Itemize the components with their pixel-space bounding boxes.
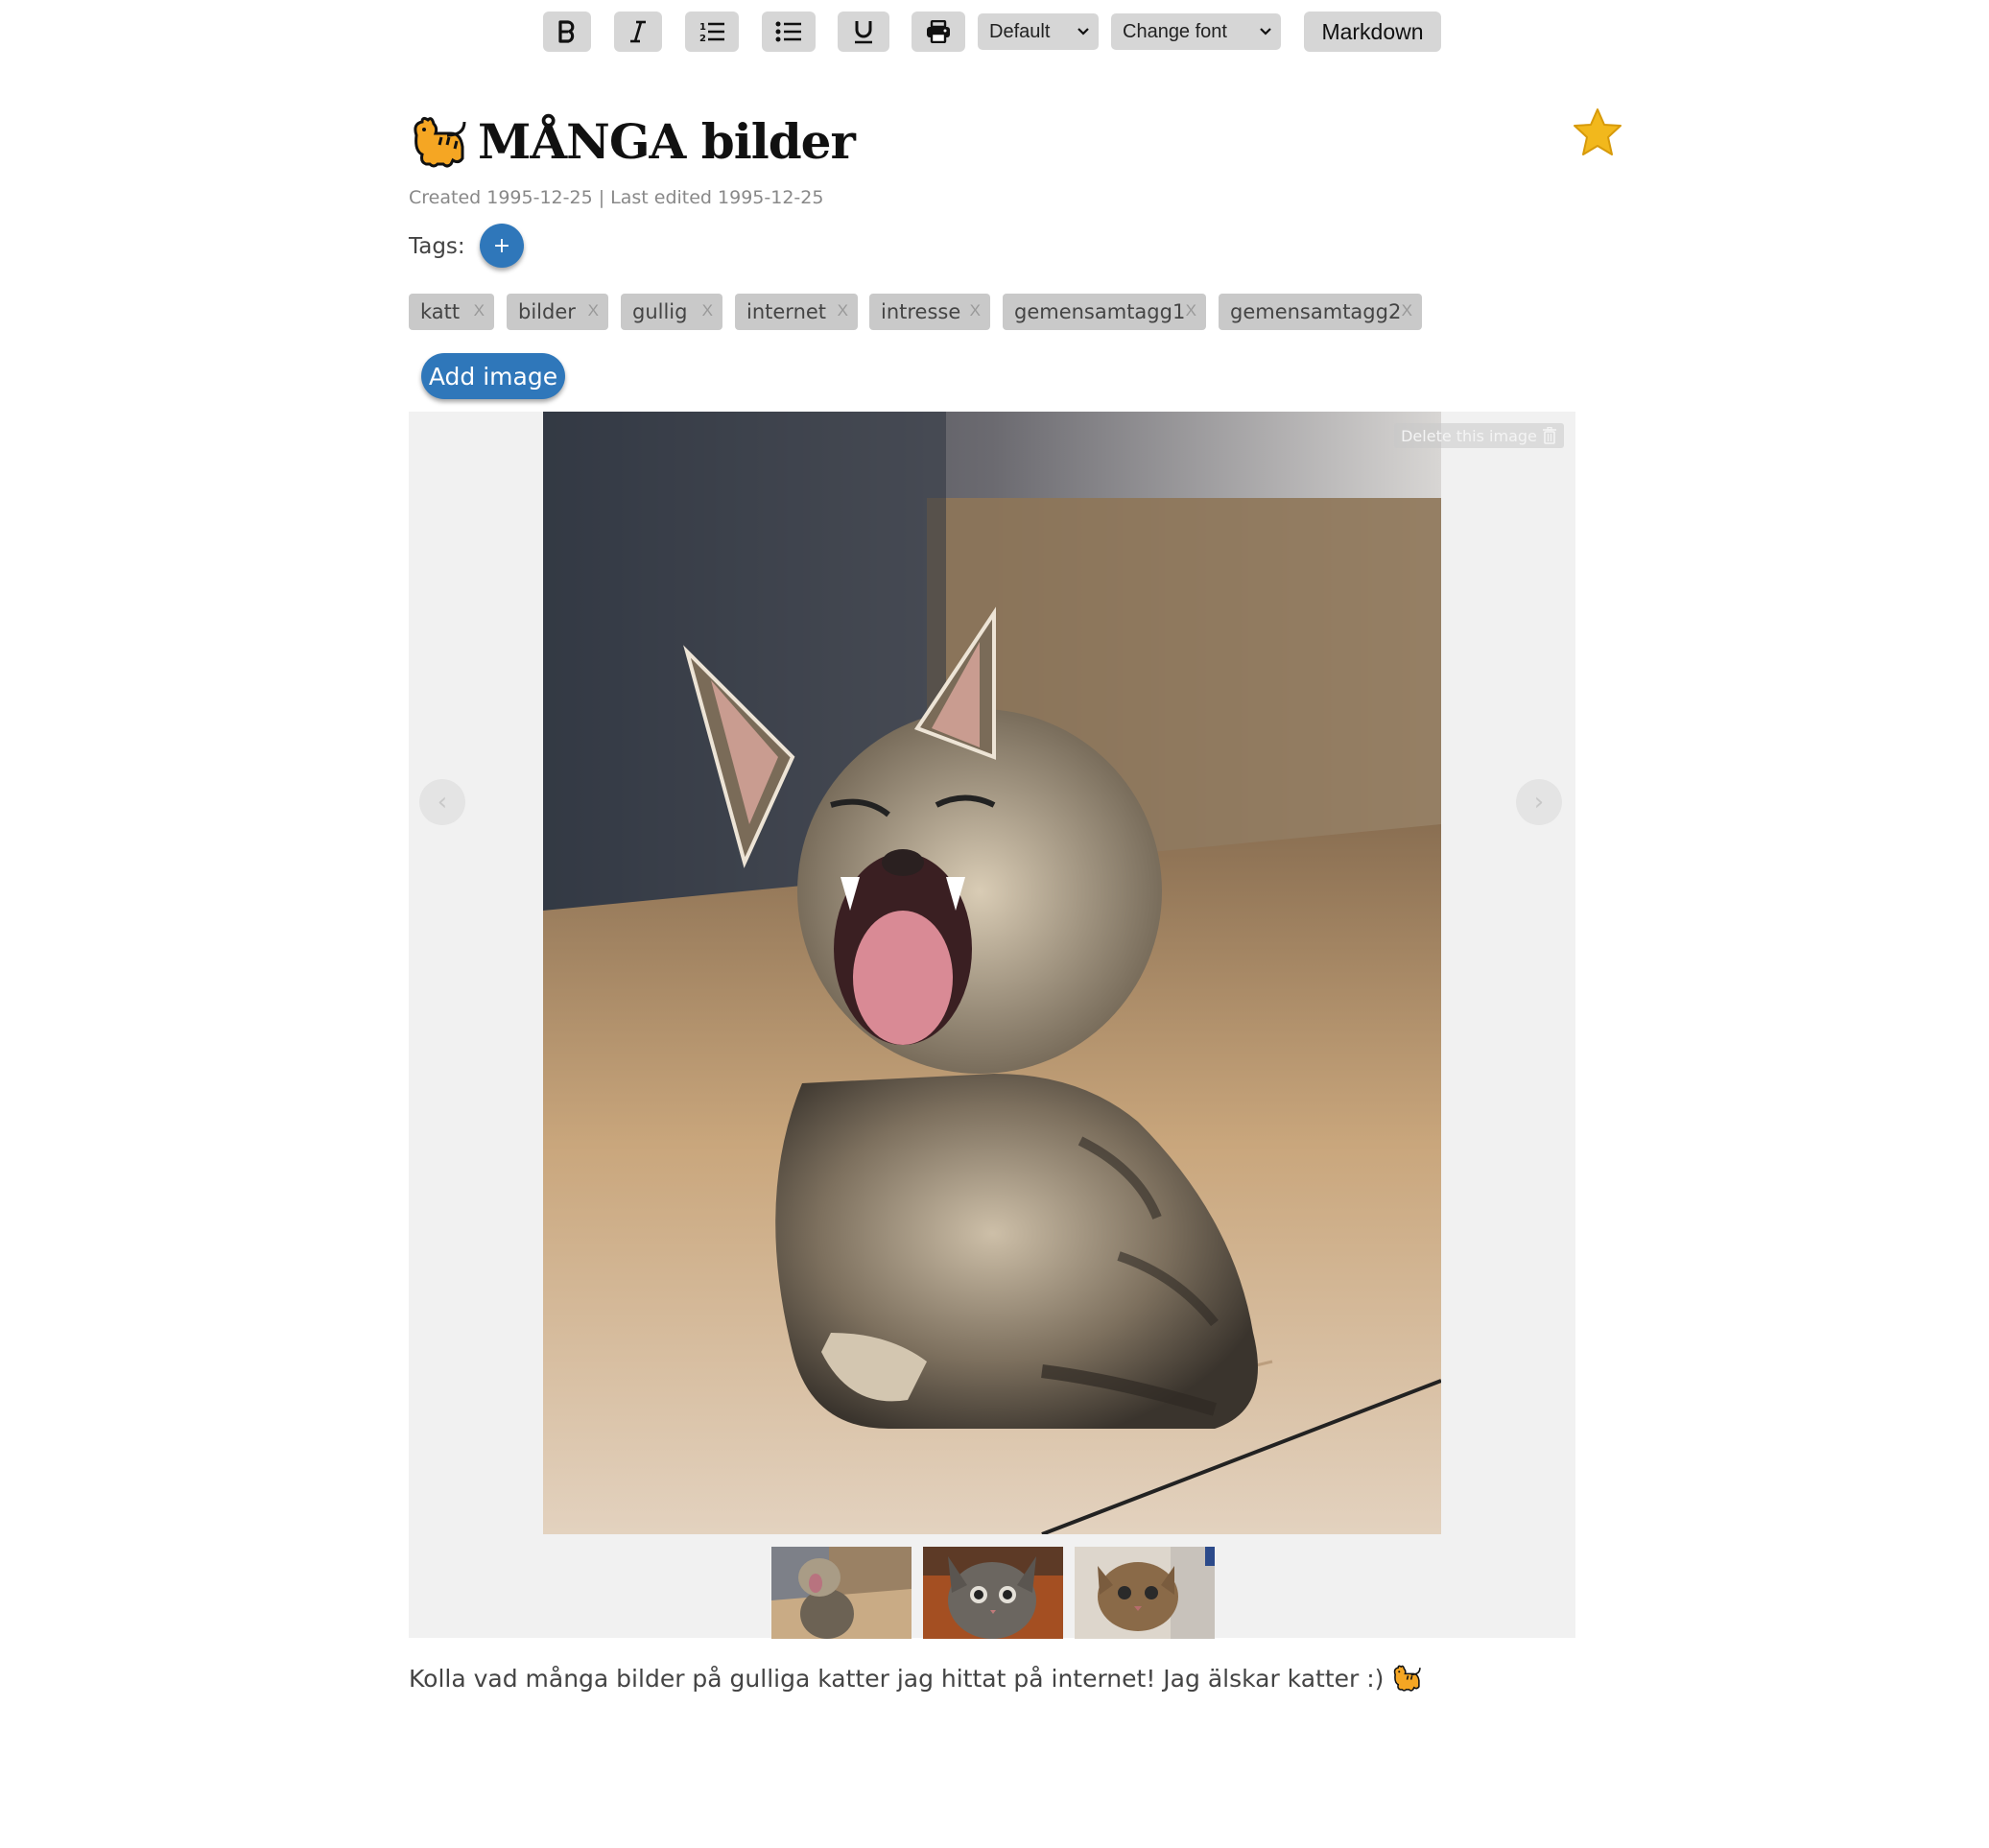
tag-remove-button[interactable]: X — [702, 301, 713, 320]
tags-label: Tags: — [409, 234, 465, 259]
tag-label: katt — [420, 300, 461, 323]
ordered-list-button[interactable]: 12 — [685, 12, 739, 52]
unordered-list-icon — [775, 21, 801, 42]
add-image-button[interactable]: Add image — [421, 353, 565, 399]
tag-label: intresse — [881, 300, 961, 323]
tag-label: gullig — [632, 300, 688, 323]
yawning-kitten-thumb — [771, 1547, 912, 1639]
tag-remove-button[interactable]: X — [838, 301, 848, 320]
trash-icon — [1542, 427, 1556, 444]
gallery-next-button[interactable]: › — [1516, 779, 1562, 825]
tag-label: bilder — [518, 300, 576, 323]
tag-label: internet — [746, 300, 827, 323]
tag-item: gemensamtagg2 X — [1219, 294, 1422, 330]
svg-text:1: 1 — [699, 22, 706, 33]
font-size-select[interactable]: Default — [978, 13, 1099, 50]
font-family-select[interactable]: Change font — [1111, 13, 1281, 50]
underline-icon — [855, 21, 872, 44]
star-icon[interactable] — [1571, 107, 1624, 160]
tag-item: gemensamtagg1 X — [1003, 294, 1206, 330]
page-title[interactable]: MÅNGA bilder — [478, 113, 856, 170]
wet-kitten-thumb — [1075, 1547, 1215, 1639]
ordered-list-icon: 12 — [699, 22, 724, 43]
tag-label: gemensamtagg1 — [1014, 300, 1186, 323]
delete-image-button[interactable]: Delete this image — [1394, 423, 1564, 448]
bold-icon — [558, 20, 575, 43]
cat-emoji-icon — [1394, 1665, 1422, 1692]
print-button[interactable] — [912, 12, 965, 52]
delete-image-label: Delete this image — [1401, 426, 1537, 445]
gallery-thumbnail[interactable] — [1075, 1547, 1215, 1639]
tag-item: gullig X — [621, 294, 722, 330]
markdown-button[interactable]: Markdown — [1304, 12, 1441, 52]
chevron-down-icon — [1077, 28, 1089, 36]
font-family-select-value: Change font — [1123, 20, 1227, 42]
note-title-row: MÅNGA bilder — [409, 113, 856, 170]
chevron-down-icon — [1260, 28, 1271, 36]
tag-item: bilder X — [507, 294, 608, 330]
note-body[interactable]: Kolla vad många bilder på gulliga katter… — [409, 1664, 1422, 1693]
gallery-main-image — [543, 412, 1441, 1534]
editor-toolbar: 12 Default Change font Markdown — [0, 12, 1989, 52]
tag-label: gemensamtagg2 — [1230, 300, 1402, 323]
tag-remove-button[interactable]: X — [1402, 301, 1412, 320]
note-meta: Created 1995-12-25 | Last edited 1995-12… — [409, 187, 824, 208]
print-icon — [927, 20, 950, 43]
tabby-kitten-thumb — [923, 1547, 1063, 1639]
tag-remove-button[interactable]: X — [588, 301, 599, 320]
tag-remove-button[interactable]: X — [474, 301, 485, 320]
tag-remove-button[interactable]: X — [970, 301, 981, 320]
image-gallery: Delete this image ‹ › — [409, 412, 1575, 1639]
bold-button[interactable] — [543, 12, 591, 52]
unordered-list-button[interactable] — [762, 12, 816, 52]
underline-button[interactable] — [838, 12, 889, 52]
tag-item: katt X — [409, 294, 494, 330]
note-body-text: Kolla vad många bilder på gulliga katter… — [409, 1664, 1385, 1693]
cat-emoji-icon — [414, 116, 466, 167]
gallery-thumbnail[interactable] — [771, 1547, 912, 1639]
italic-icon — [630, 20, 646, 43]
yawning-kitten-photo — [543, 412, 1441, 1534]
gallery-prev-button[interactable]: ‹ — [419, 779, 465, 825]
svg-text:2: 2 — [699, 34, 706, 43]
tag-item: intresse X — [869, 294, 990, 330]
gallery-thumbnail[interactable] — [923, 1547, 1063, 1639]
italic-button[interactable] — [614, 12, 662, 52]
tag-remove-button[interactable]: X — [1186, 301, 1196, 320]
add-tag-button[interactable]: + — [480, 224, 524, 268]
tag-item: internet X — [735, 294, 858, 330]
font-size-select-value: Default — [989, 20, 1051, 42]
